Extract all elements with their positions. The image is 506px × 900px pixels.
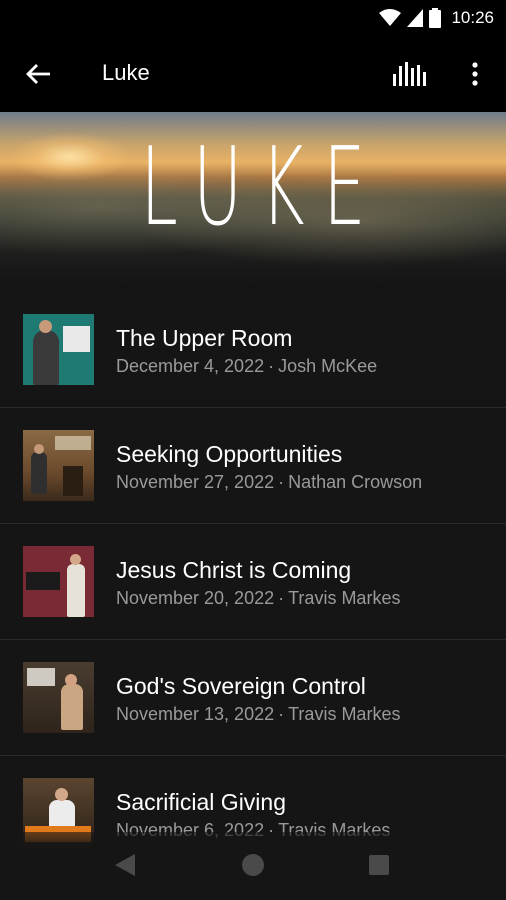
thumbnail-speaker-head [70,554,81,565]
sermon-thumbnail [23,662,94,733]
thumbnail-text-block [63,326,90,352]
thumbnail-speaker-head [39,320,52,333]
meta-separator: · [278,588,285,608]
thumbnail-speaker-figure [67,564,85,617]
sermon-meta: November 27, 2022 · Nathan Crowson [116,472,422,493]
sermon-list-item[interactable]: The Upper Room December 4, 2022 · Josh McK… [0,292,506,408]
series-banner: LUKE [0,112,506,292]
thumbnail-speaker-head [34,444,44,454]
meta-separator: · [278,704,285,724]
system-nav-bar [0,832,506,900]
banner-title: LUKE [140,125,385,250]
nav-back-button[interactable] [115,854,135,881]
thumbnail-text-block [26,572,60,590]
sermon-title: Sacrificial Giving [116,789,286,815]
sermon-speaker: Nathan Crowson [288,472,423,492]
sermon-date: November 13, 2022 [116,704,275,724]
thumbnail-speaker-head [65,674,77,686]
thumbnail-speaker-figure [61,684,83,730]
sermon-list-item[interactable]: Jesus Christ is Coming November 20, 2022… [0,524,506,640]
arrow-back-icon [26,64,50,84]
status-icons: 10:26 [379,8,494,28]
thumbnail-speaker-figure [31,452,47,494]
sermon-list: The Upper Room December 4, 2022 · Josh McK… [0,292,506,872]
nav-recents-button[interactable] [369,855,389,875]
sermon-title: Seeking Opportunities [116,441,343,467]
sermon-thumbnail [23,430,94,501]
sermon-list-item[interactable]: Seeking Opportunities November 27, 2022 ·… [0,408,506,524]
wifi-icon [379,9,402,26]
thumbnail-text-block [27,668,55,686]
sermon-meta: December 4, 2022 · Josh McKee [116,356,377,377]
sermon-date: December 4, 2022 [116,356,265,376]
back-button[interactable] [20,56,56,92]
sermon-title: The Upper Room [116,325,293,351]
page-title: Luke [102,60,150,85]
sermon-meta: November 20, 2022 · Travis Markes [116,588,400,609]
sermon-speaker: Travis Markes [288,588,401,608]
sermon-list-item[interactable]: God's Sovereign Control November 13, 202… [0,640,506,756]
sermon-speaker: Travis Markes [288,704,401,724]
sermon-meta: November 13, 2022 · Travis Markes [116,704,400,725]
equalizer-icon [393,62,426,86]
more-vert-icon [472,62,478,86]
sermon-title: God's Sovereign Control [116,673,366,699]
sermon-title: Jesus Christ is Coming [116,557,352,583]
status-bar: 10:26 [0,0,506,36]
thumbnail-speaker-figure [33,330,59,385]
meta-separator: · [268,356,275,376]
cell-signal-icon [407,9,424,27]
sermon-date: November 27, 2022 [116,472,275,492]
sermon-thumbnail [23,546,94,617]
thumbnail-speaker-head [55,788,68,801]
sermon-speaker: Josh McKee [278,356,378,376]
status-time: 10:26 [451,8,494,27]
app-bar: Luke [0,36,506,112]
audio-bars-button[interactable] [388,56,432,92]
nav-home-button[interactable] [242,854,264,876]
sermon-thumbnail [23,314,94,385]
sermon-date: November 20, 2022 [116,588,275,608]
triangle-back-icon [115,854,135,876]
meta-separator: · [278,472,285,492]
thumbnail-text-block [55,436,91,450]
more-options-button[interactable] [460,56,490,92]
battery-icon [429,8,442,28]
thumbnail-lectern [63,466,83,496]
